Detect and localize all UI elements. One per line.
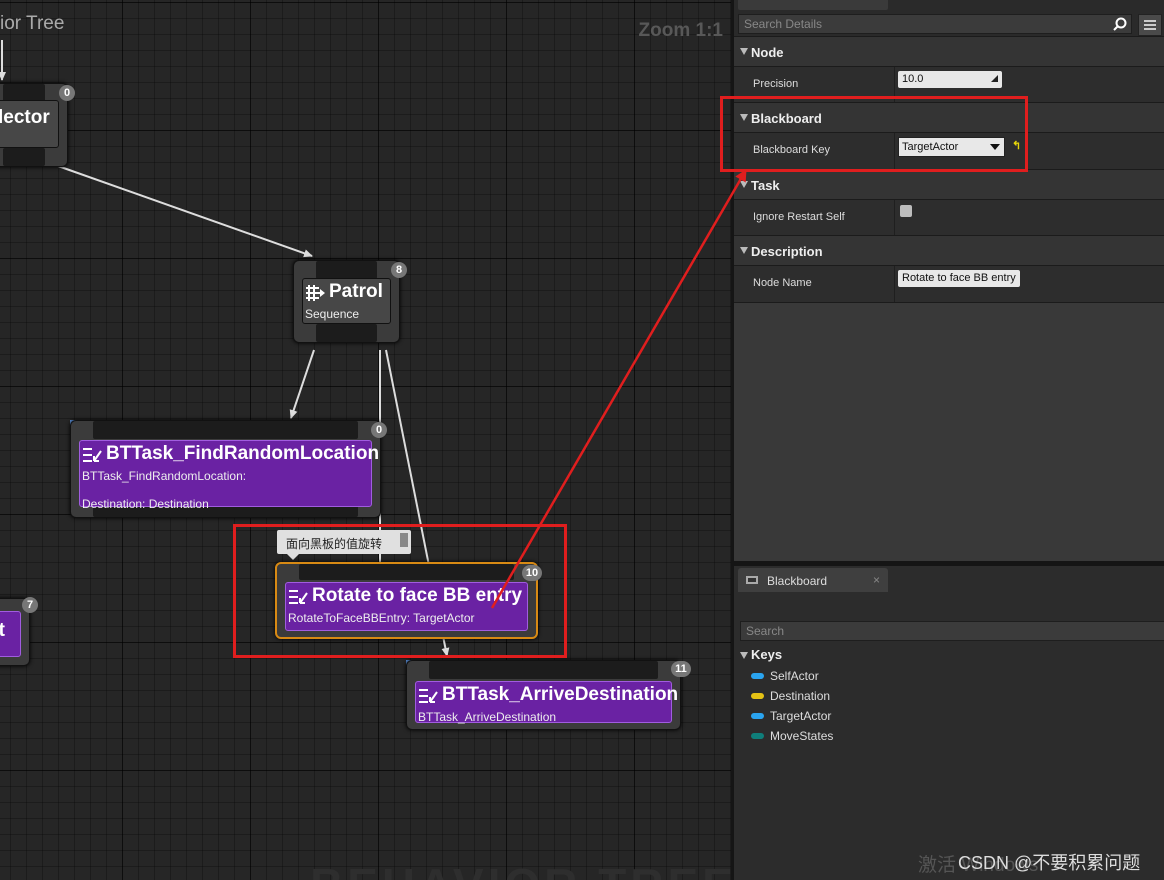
csdn-watermark: CSDN @不要积累问题 (958, 853, 1141, 873)
annotation-arrow (490, 169, 748, 609)
